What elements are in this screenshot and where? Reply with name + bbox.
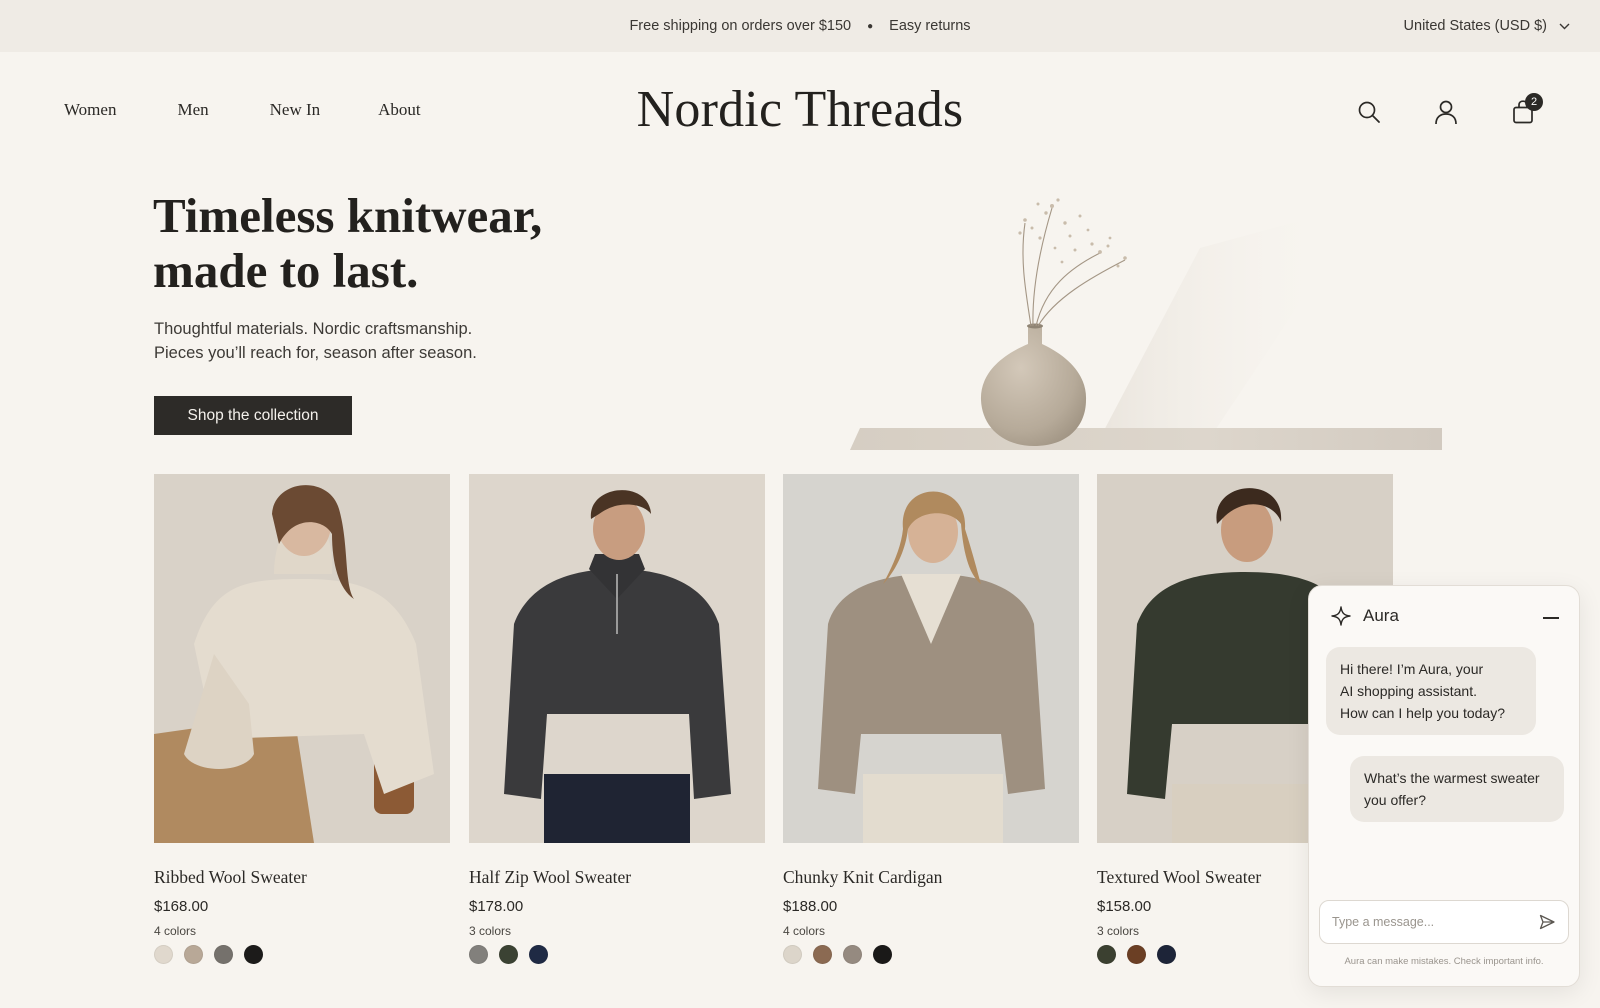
chat-message-input[interactable] [1332,915,1538,929]
hero-subtitle-line-1: Thoughtful materials. Nordic craftsmansh… [154,320,473,338]
account-button[interactable] [1432,98,1460,126]
nav-about[interactable]: About [378,100,421,120]
assistant-message: Hi there! I’m Aura, your AI shopping ass… [1326,647,1536,735]
assistant-message-line: AI shopping assistant. [1340,683,1477,699]
color-swatch[interactable] [813,945,832,964]
assistant-message-line: Hi there! I’m Aura, your [1340,661,1484,677]
user-message-line: you offer? [1364,792,1427,808]
color-swatch[interactable] [873,945,892,964]
color-swatches [469,945,765,964]
color-swatch[interactable] [1157,945,1176,964]
separator-dot: ● [867,20,874,32]
product-image[interactable] [154,474,450,843]
color-swatch[interactable] [499,945,518,964]
cart-count-badge: 2 [1525,93,1543,111]
assistant-message-line: How can I help you today? [1340,705,1505,721]
product-image[interactable] [469,474,765,843]
hero-title: Timeless knitwear, made to last. [153,188,542,298]
chat-title: Aura [1363,606,1399,625]
color-swatch[interactable] [154,945,173,964]
chat-disclaimer: Aura can make mistakes. Check important … [1344,956,1544,967]
brand-logo[interactable]: Nordic Threads [637,81,964,138]
color-swatch[interactable] [1097,945,1116,964]
product-colors-count: 4 colors [783,924,826,938]
product-name[interactable]: Half Zip Wool Sweater [469,867,765,888]
hero-subtitle-line-2: Pieces you’ll reach for, season after se… [154,344,477,362]
nav-men[interactable]: Men [177,100,208,120]
product-name[interactable]: Ribbed Wool Sweater [154,867,450,888]
color-swatch[interactable] [1127,945,1146,964]
hero-vase-image [770,178,1442,450]
color-swatch[interactable] [783,945,802,964]
product-card: Half Zip Wool Sweater $178.00 3 colors [469,474,765,964]
nav-women[interactable]: Women [64,100,116,120]
free-shipping-text: Free shipping on orders over $150 [629,18,852,34]
shop-collection-button[interactable]: Shop the collection [154,396,352,435]
sparkle-icon [1331,606,1351,626]
user-message: What’s the warmest sweater you offer? [1350,756,1564,822]
chat-widget: Aura Hi there! I’m Aura, your AI shoppin… [1308,585,1580,987]
hero-title-line-2: made to last. [153,243,419,298]
product-price: $168.00 [154,898,209,915]
color-swatches [154,945,450,964]
easy-returns-link[interactable]: Easy returns [889,18,970,34]
user-message-line: What’s the warmest sweater [1364,770,1540,786]
send-button[interactable] [1538,913,1556,931]
product-image[interactable] [783,474,1079,843]
announcement-bar: Free shipping on orders over $150 ● Easy… [0,0,1600,52]
cart-button[interactable]: 2 [1509,93,1543,126]
color-swatch[interactable] [469,945,488,964]
color-swatch[interactable] [843,945,862,964]
color-swatches [783,945,1079,964]
product-card: Ribbed Wool Sweater $168.00 4 colors [154,474,450,964]
minimize-icon[interactable] [1543,610,1561,624]
chat-header: Aura [1331,606,1399,626]
region-label: United States (USD $) [1403,18,1547,34]
color-swatch[interactable] [184,945,203,964]
region-selector[interactable]: United States (USD $) [1404,0,1570,52]
product-price: $178.00 [469,898,524,915]
product-price: $188.00 [783,898,838,915]
chat-input-container [1319,900,1569,944]
hero-title-line-1: Timeless knitwear, [153,188,543,243]
nav-new-in[interactable]: New In [270,100,321,120]
hero-subtitle: Thoughtful materials. Nordic craftsmansh… [154,317,477,365]
product-name[interactable]: Chunky Knit Cardigan [783,867,1079,888]
color-swatch[interactable] [529,945,548,964]
send-icon [1539,914,1555,930]
color-swatch[interactable] [214,945,233,964]
product-colors-count: 3 colors [469,924,512,938]
product-card: Chunky Knit Cardigan $188.00 4 colors [783,474,1079,964]
search-icon [1358,101,1380,123]
chevron-down-icon [1559,23,1570,29]
product-colors-count: 4 colors [154,924,197,938]
main-nav: Women Men New In About [64,100,421,120]
search-button[interactable] [1355,98,1383,126]
account-icon [1435,100,1457,125]
announcement-message: Free shipping on orders over $150 ● Easy… [0,0,1600,52]
color-swatch[interactable] [244,945,263,964]
